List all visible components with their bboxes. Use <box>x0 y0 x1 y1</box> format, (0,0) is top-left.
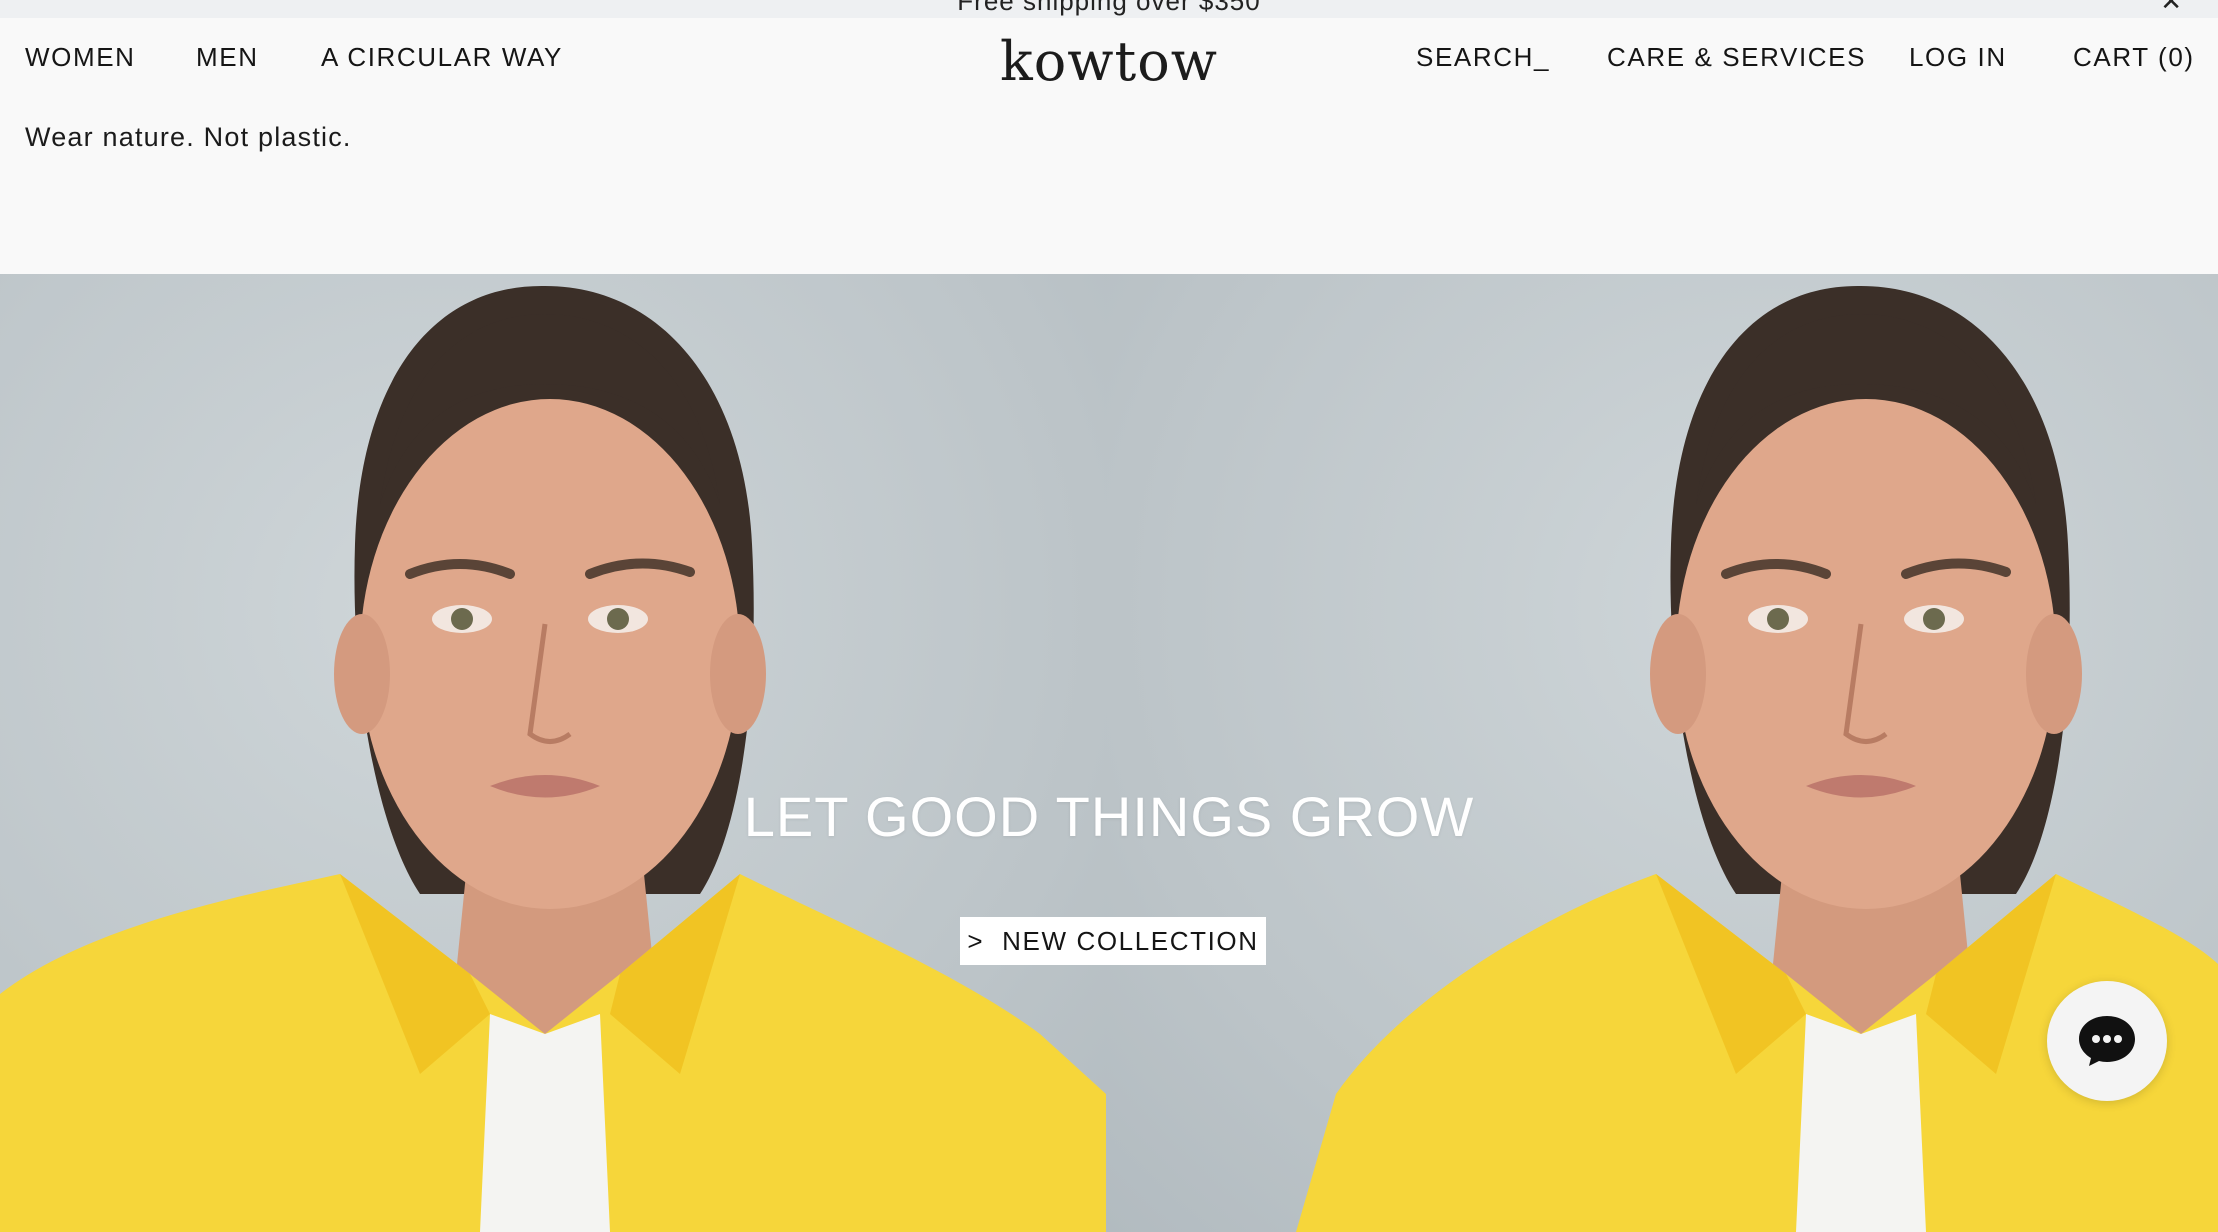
hero-image-right <box>1106 274 2218 1232</box>
portrait-image <box>1296 285 2218 1232</box>
hero-image-left <box>0 274 1106 1232</box>
chat-widget-button[interactable] <box>2047 981 2167 1101</box>
new-collection-label: NEW COLLECTION <box>1002 925 1259 956</box>
site-header: WOMEN MEN A CIRCULAR WAY kowtow SEARCH_ … <box>0 18 2218 274</box>
new-collection-button[interactable]: > NEW COLLECTION <box>960 917 1266 965</box>
nav-men[interactable]: MEN <box>196 42 259 73</box>
chevron-right-icon: > <box>967 925 985 956</box>
chat-bubble-icon <box>2079 1016 2135 1066</box>
hero-banner[interactable]: LET GOOD THINGS GROW > NEW COLLECTION <box>0 274 2218 1232</box>
search-link[interactable]: SEARCH_ <box>1416 42 1550 73</box>
tagline: Wear nature. Not plastic. <box>25 122 352 152</box>
nav-women[interactable]: WOMEN <box>25 42 136 73</box>
portrait-image <box>0 285 1106 1232</box>
announcement-bar: Free shipping over $350 ✕ <box>0 0 2218 18</box>
logo[interactable]: kowtow <box>1000 30 1218 93</box>
log-in-link[interactable]: LOG IN <box>1909 42 2007 73</box>
cart-link[interactable]: CART (0) <box>2073 42 2195 73</box>
hero-headline: LET GOOD THINGS GROW <box>743 785 1475 848</box>
care-services-link[interactable]: CARE & SERVICES <box>1607 42 1866 73</box>
announcement-text: Free shipping over $350 <box>957 0 1261 16</box>
nav-a-circular-way[interactable]: A CIRCULAR WAY <box>321 42 563 73</box>
close-icon[interactable]: ✕ <box>2160 0 2182 17</box>
